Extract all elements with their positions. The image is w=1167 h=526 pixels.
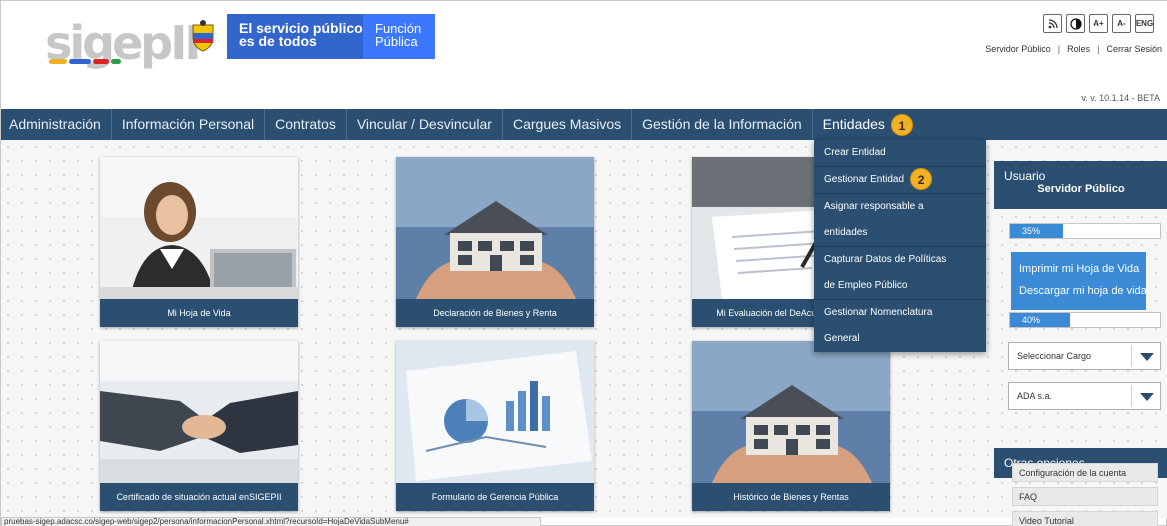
fp-line-2: Pública — [375, 34, 418, 49]
select-divider — [1131, 386, 1132, 406]
entidades-dropdown: Crear Entidad Gestionar Entidad 2 Asignar… — [814, 140, 986, 352]
nav-cargues-masivos[interactable]: Cargues Masivos — [503, 109, 633, 140]
nav-administracion[interactable]: Administración — [1, 109, 112, 140]
accessibility-tools: A+ A- ENG — [1043, 14, 1154, 33]
user-panel-header: Usuario Servidor Público — [994, 161, 1167, 209]
version-label: v. v. 10.1.14 - BETA — [1081, 93, 1160, 103]
progress-fill: 40% — [1010, 313, 1070, 327]
cargo-select-value: Seleccionar Cargo — [1017, 351, 1092, 361]
step-badge-2: 2 — [910, 168, 933, 191]
menu-label-line1: Gestionar Nomenclatura — [824, 307, 933, 318]
rss-icon[interactable] — [1043, 14, 1062, 33]
menu-label-line2: General — [824, 333, 860, 344]
progress-fill: 35% — [1010, 224, 1063, 238]
nav-entidades-label: Entidades — [822, 116, 885, 132]
tile-caption: Mi Hoja de Vida — [100, 299, 298, 327]
tile-certificado[interactable]: Certificado de situación actual en SIGEP… — [100, 341, 298, 511]
house-in-hands-image — [692, 341, 890, 483]
tile-caption: Formulario de Gerencia Pública — [396, 483, 594, 511]
option-video-tutorial[interactable]: Video Tutorial — [1012, 511, 1158, 526]
menu-gestionar-entidad[interactable]: Gestionar Entidad 2 — [814, 167, 986, 194]
divider: | — [1097, 44, 1100, 54]
tile-caption: Certificado de situación actual en SIGEP… — [100, 483, 298, 511]
nav-entidades[interactable]: Entidades 1 — [813, 109, 923, 140]
header: sigepII El servicio público es de todos … — [1, 1, 1167, 109]
nav-contratos[interactable]: Contratos — [265, 109, 347, 140]
sigep-logo[interactable]: sigepII — [45, 11, 201, 66]
woman-laptop-image — [100, 157, 298, 299]
tile-caption-line1: Certificado de situación actual en — [116, 491, 250, 502]
divider: | — [1057, 44, 1061, 54]
panel-subtitle: Servidor Público — [1037, 183, 1125, 195]
tile-formulario-gerencia[interactable]: Formulario de Gerencia Pública — [396, 341, 594, 511]
option-faq[interactable]: FAQ — [1012, 487, 1158, 506]
tile-hoja-de-vida[interactable]: Mi Hoja de Vida — [100, 157, 298, 327]
language-button[interactable]: ENG — [1135, 14, 1154, 33]
cv-actions: Imprimir mi Hoja de Vida Descargar mi ho… — [1011, 252, 1146, 310]
tile-caption: Histórico de Bienes y Rentas — [692, 483, 890, 511]
tile-caption-line1: Mi Evaluación del De — [716, 307, 801, 318]
font-increase-button[interactable]: A+ — [1089, 14, 1108, 33]
menu-crear-entidad[interactable]: Crear Entidad — [814, 140, 986, 167]
select-divider — [1131, 346, 1132, 366]
menu-label-line2: entidades — [824, 227, 868, 238]
gov-line-2: es de todos — [239, 33, 317, 49]
progress-label: 35% — [1022, 226, 1041, 236]
menu-asignar-responsable[interactable]: Asignar responsable a entidades — [814, 194, 986, 247]
menu-label-line2: de Empleo Público — [824, 280, 908, 291]
chevron-down-icon — [1140, 393, 1154, 401]
entity-select-value: ADA s.a. — [1017, 391, 1053, 401]
charts-documents-image — [396, 341, 594, 483]
print-cv-button[interactable]: Imprimir mi Hoja de Vida — [1019, 258, 1139, 280]
entity-select[interactable]: ADA s.a. — [1008, 382, 1161, 410]
tile-declaracion-bienes[interactable]: Declaración de Bienes y Renta — [396, 157, 594, 327]
coat-of-arms-icon — [192, 20, 214, 52]
profile-progress-bar-2: 40% — [1009, 312, 1161, 328]
profile-progress-bar: 35% — [1009, 223, 1161, 239]
download-cv-button[interactable]: Descargar mi hoja de vida — [1019, 280, 1146, 302]
step-badge-1: 1 — [890, 114, 913, 137]
menu-gestionar-entidad-label: Gestionar Entidad — [824, 174, 905, 185]
cargo-select[interactable]: Seleccionar Cargo — [1008, 342, 1161, 370]
tile-historico-bienes[interactable]: Histórico de Bienes y Rentas — [692, 341, 890, 511]
logo-color-bars — [49, 59, 121, 64]
funcion-publica-box: Función Pública — [363, 14, 435, 59]
menu-label-line1: Capturar Datos de Políticas — [824, 254, 947, 265]
handshake-image — [100, 341, 298, 483]
user-links: Servidor Público | Roles | Cerrar Sesión — [985, 44, 1162, 54]
menu-capturar-datos[interactable]: Capturar Datos de Políticas de Empleo Pú… — [814, 247, 986, 300]
menu-gestionar-nomenclatura[interactable]: Gestionar Nomenclatura General — [814, 300, 986, 352]
contrast-icon[interactable] — [1066, 14, 1085, 33]
font-decrease-button[interactable]: A- — [1112, 14, 1131, 33]
gov-brand-box: El servicio público es de todos — [227, 14, 363, 59]
menu-label-line1: Asignar responsable a — [824, 201, 924, 212]
progress-label: 40% — [1022, 315, 1041, 325]
nav-informacion-personal[interactable]: Información Personal — [112, 109, 266, 140]
link-roles[interactable]: Roles — [1067, 44, 1090, 54]
chevron-down-icon — [1140, 353, 1154, 361]
panel-title: Usuario — [1004, 169, 1046, 183]
nav-gestion-informacion[interactable]: Gestión de la Información — [632, 109, 813, 140]
tile-caption: Declaración de Bienes y Renta — [396, 299, 594, 327]
browser-status-url: pruebas-sigep.adacsc.co/sigep-web/sigep2… — [1, 517, 541, 526]
main-nav: Administración Información Personal Cont… — [1, 109, 1167, 140]
option-configuracion[interactable]: Configuración de la cuenta — [1012, 463, 1158, 482]
link-cerrar-sesion[interactable]: Cerrar Sesión — [1106, 44, 1162, 54]
tile-caption-line2: SIGEPII — [249, 491, 282, 502]
house-in-hands-image — [396, 157, 594, 299]
link-servidor-publico[interactable]: Servidor Público — [985, 44, 1051, 54]
nav-vincular-desvincular[interactable]: Vincular / Desvincular — [347, 109, 503, 140]
